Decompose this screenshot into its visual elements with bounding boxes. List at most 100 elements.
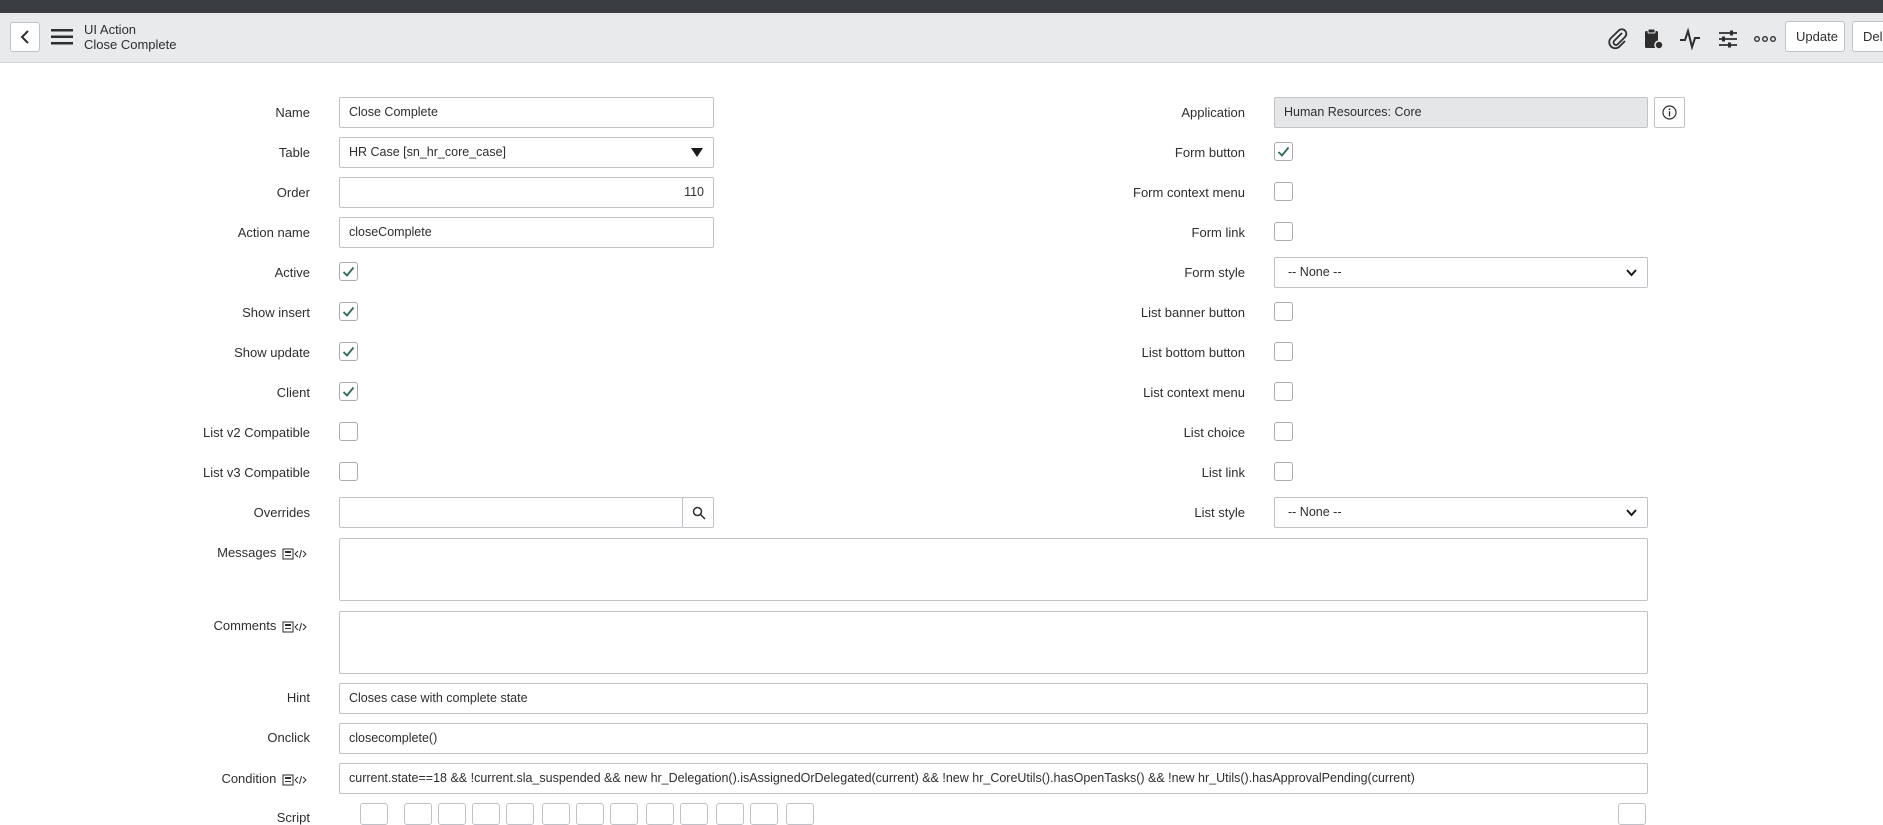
- checkmark-icon: [342, 306, 355, 317]
- messages-label-wrap: Messages: [217, 545, 310, 560]
- form-button-label: Form button: [1174, 145, 1245, 160]
- list-bottom-button-checkbox[interactable]: [1274, 342, 1293, 361]
- script-toolbar-button[interactable]: [506, 803, 534, 825]
- script-toolbar-button[interactable]: [404, 803, 432, 825]
- order-input[interactable]: 110: [339, 177, 714, 208]
- messages-textarea[interactable]: [339, 538, 1648, 601]
- info-icon: [1662, 105, 1677, 120]
- client-label: Client: [276, 385, 310, 400]
- condition-input[interactable]: current.state==18 && !current.sla_suspen…: [339, 763, 1648, 794]
- checkmark-icon: [342, 346, 355, 357]
- overrides-input[interactable]: [339, 497, 683, 528]
- caret-down-icon: [691, 148, 703, 157]
- form-style-select[interactable]: -- None --: [1274, 257, 1648, 288]
- action-name-input[interactable]: closeComplete: [339, 217, 714, 248]
- list-style-select[interactable]: -- None --: [1274, 497, 1648, 528]
- list-banner-button-label: List banner button: [1140, 305, 1245, 320]
- script-toolbar-button[interactable]: [680, 803, 708, 825]
- list-banner-button-checkbox[interactable]: [1274, 302, 1293, 321]
- script-toolbar-button[interactable]: [646, 803, 674, 825]
- form-style-value: -- None --: [1288, 265, 1342, 279]
- checkmark-icon: [342, 266, 355, 277]
- script-toolbar-button[interactable]: [576, 803, 604, 825]
- script-toolbar-button[interactable]: [610, 803, 638, 825]
- list-style-value: -- None --: [1288, 505, 1342, 519]
- list-bottom-button-label: List bottom button: [1141, 345, 1245, 360]
- application-label: Application: [1181, 105, 1245, 120]
- overrides-lookup-button[interactable]: [682, 497, 714, 528]
- script-toolbar-button[interactable]: [360, 803, 388, 825]
- form-context-menu-label: Form context menu: [1133, 185, 1245, 200]
- paperclip-icon[interactable]: [1606, 27, 1630, 51]
- script-field-icon[interactable]: [282, 774, 310, 786]
- activity-pulse-icon[interactable]: [1678, 27, 1702, 51]
- chevron-down-icon: [1626, 509, 1637, 517]
- list-choice-label: List choice: [1183, 425, 1245, 440]
- show-insert-checkbox[interactable]: [339, 302, 358, 321]
- form-link-label: Form link: [1191, 225, 1245, 240]
- order-label: Order: [276, 185, 310, 200]
- comments-textarea[interactable]: [339, 611, 1648, 674]
- hint-input[interactable]: Closes case with complete state: [339, 683, 1648, 714]
- name-input[interactable]: Close Complete: [339, 97, 714, 128]
- script-field-icon[interactable]: [282, 621, 310, 633]
- application-input: Human Resources: Core: [1274, 97, 1648, 128]
- search-icon: [692, 506, 706, 520]
- checkmark-icon: [342, 386, 355, 397]
- script-toolbar-button[interactable]: [472, 803, 500, 825]
- condition-label: Condition: [221, 771, 277, 786]
- show-update-checkbox[interactable]: [339, 342, 358, 361]
- overrides-label: Overrides: [253, 505, 310, 520]
- script-field-icon[interactable]: [282, 548, 310, 560]
- hamburger-icon[interactable]: [51, 27, 73, 47]
- list-v2-checkbox[interactable]: [339, 422, 358, 441]
- active-checkbox[interactable]: [339, 262, 358, 281]
- client-checkbox[interactable]: [339, 382, 358, 401]
- action-name-label: Action name: [237, 225, 310, 240]
- script-toolbar-button[interactable]: [542, 803, 570, 825]
- hint-label: Hint: [286, 690, 310, 705]
- onclick-input[interactable]: closecomplete(): [339, 723, 1648, 754]
- script-toolbar-button[interactable]: [438, 803, 466, 825]
- name-label: Name: [275, 105, 310, 120]
- delete-button[interactable]: Dele: [1852, 21, 1883, 52]
- list-style-label: List style: [1194, 505, 1245, 520]
- sliders-icon[interactable]: [1716, 27, 1740, 51]
- list-link-checkbox[interactable]: [1274, 462, 1293, 481]
- active-label: Active: [274, 265, 310, 280]
- list-choice-checkbox[interactable]: [1274, 422, 1293, 441]
- table-select[interactable]: HR Case [sn_hr_core_case]: [339, 137, 714, 168]
- list-context-menu-checkbox[interactable]: [1274, 382, 1293, 401]
- chevron-down-icon: [1626, 269, 1637, 277]
- show-insert-label: Show insert: [242, 305, 310, 320]
- messages-label: Messages: [217, 545, 277, 560]
- script-toolbar-button[interactable]: [750, 803, 778, 825]
- clipboard-icon[interactable]: [1641, 27, 1665, 51]
- chevron-left-icon: [20, 30, 29, 44]
- list-v2-label: List v2 Compatible: [203, 425, 310, 440]
- application-info-button[interactable]: [1654, 97, 1685, 128]
- more-options-icon[interactable]: [1753, 27, 1777, 51]
- form-button-checkbox[interactable]: [1274, 142, 1293, 161]
- update-button[interactable]: Update: [1785, 21, 1845, 52]
- condition-label-wrap: Condition: [221, 771, 310, 786]
- form-link-checkbox[interactable]: [1274, 222, 1293, 241]
- comments-label-wrap: Comments: [214, 618, 310, 633]
- comments-label: Comments: [213, 618, 277, 633]
- checkmark-icon: [1277, 146, 1290, 157]
- form-header: UI Action Close Complete Update Dele: [0, 13, 1883, 63]
- script-label: Script: [276, 810, 310, 825]
- script-toolbar-button[interactable]: [786, 803, 814, 825]
- onclick-label: Onclick: [267, 730, 310, 745]
- show-update-label: Show update: [234, 345, 310, 360]
- script-expand-button[interactable]: [1618, 803, 1646, 825]
- form-context-menu-checkbox[interactable]: [1274, 182, 1293, 201]
- form-style-label: Form style: [1184, 265, 1245, 280]
- back-button[interactable]: [10, 22, 40, 52]
- table-select-value: HR Case [sn_hr_core_case]: [349, 145, 507, 159]
- table-label: Table: [278, 145, 310, 160]
- list-context-menu-label: List context menu: [1143, 385, 1245, 400]
- list-v3-checkbox[interactable]: [339, 462, 358, 481]
- script-toolbar-button[interactable]: [716, 803, 744, 825]
- list-link-label: List link: [1201, 465, 1245, 480]
